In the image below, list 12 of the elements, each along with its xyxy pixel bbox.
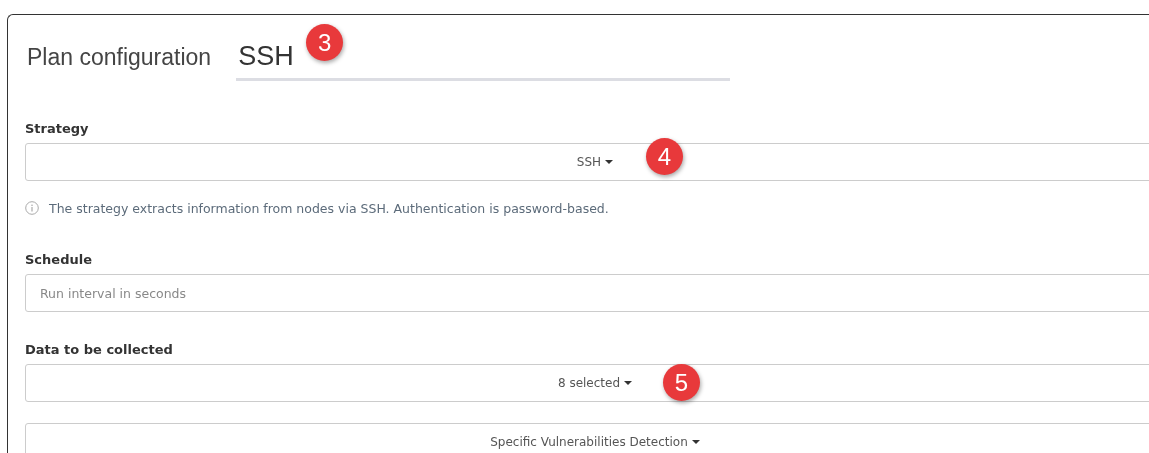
field-label: Schedule [25,252,93,268]
field-label: Data to be collected [25,342,174,358]
step-badge: 3 [306,24,344,61]
caret-icon [605,160,614,164]
field-label: Strategy [25,121,90,137]
interval-field[interactable]: Run interval in seconds [25,274,1149,312]
caret-icon [624,381,633,385]
help-text: The strategy extracts information from nodes via SSH. Authentication is password-based. [49,200,609,216]
info-icon [25,201,39,215]
panel-title: Plan configuration [27,44,212,72]
dropdown-button[interactable]: Specific Vulnerabilities Detection [25,423,1149,453]
caret-icon [691,440,700,444]
